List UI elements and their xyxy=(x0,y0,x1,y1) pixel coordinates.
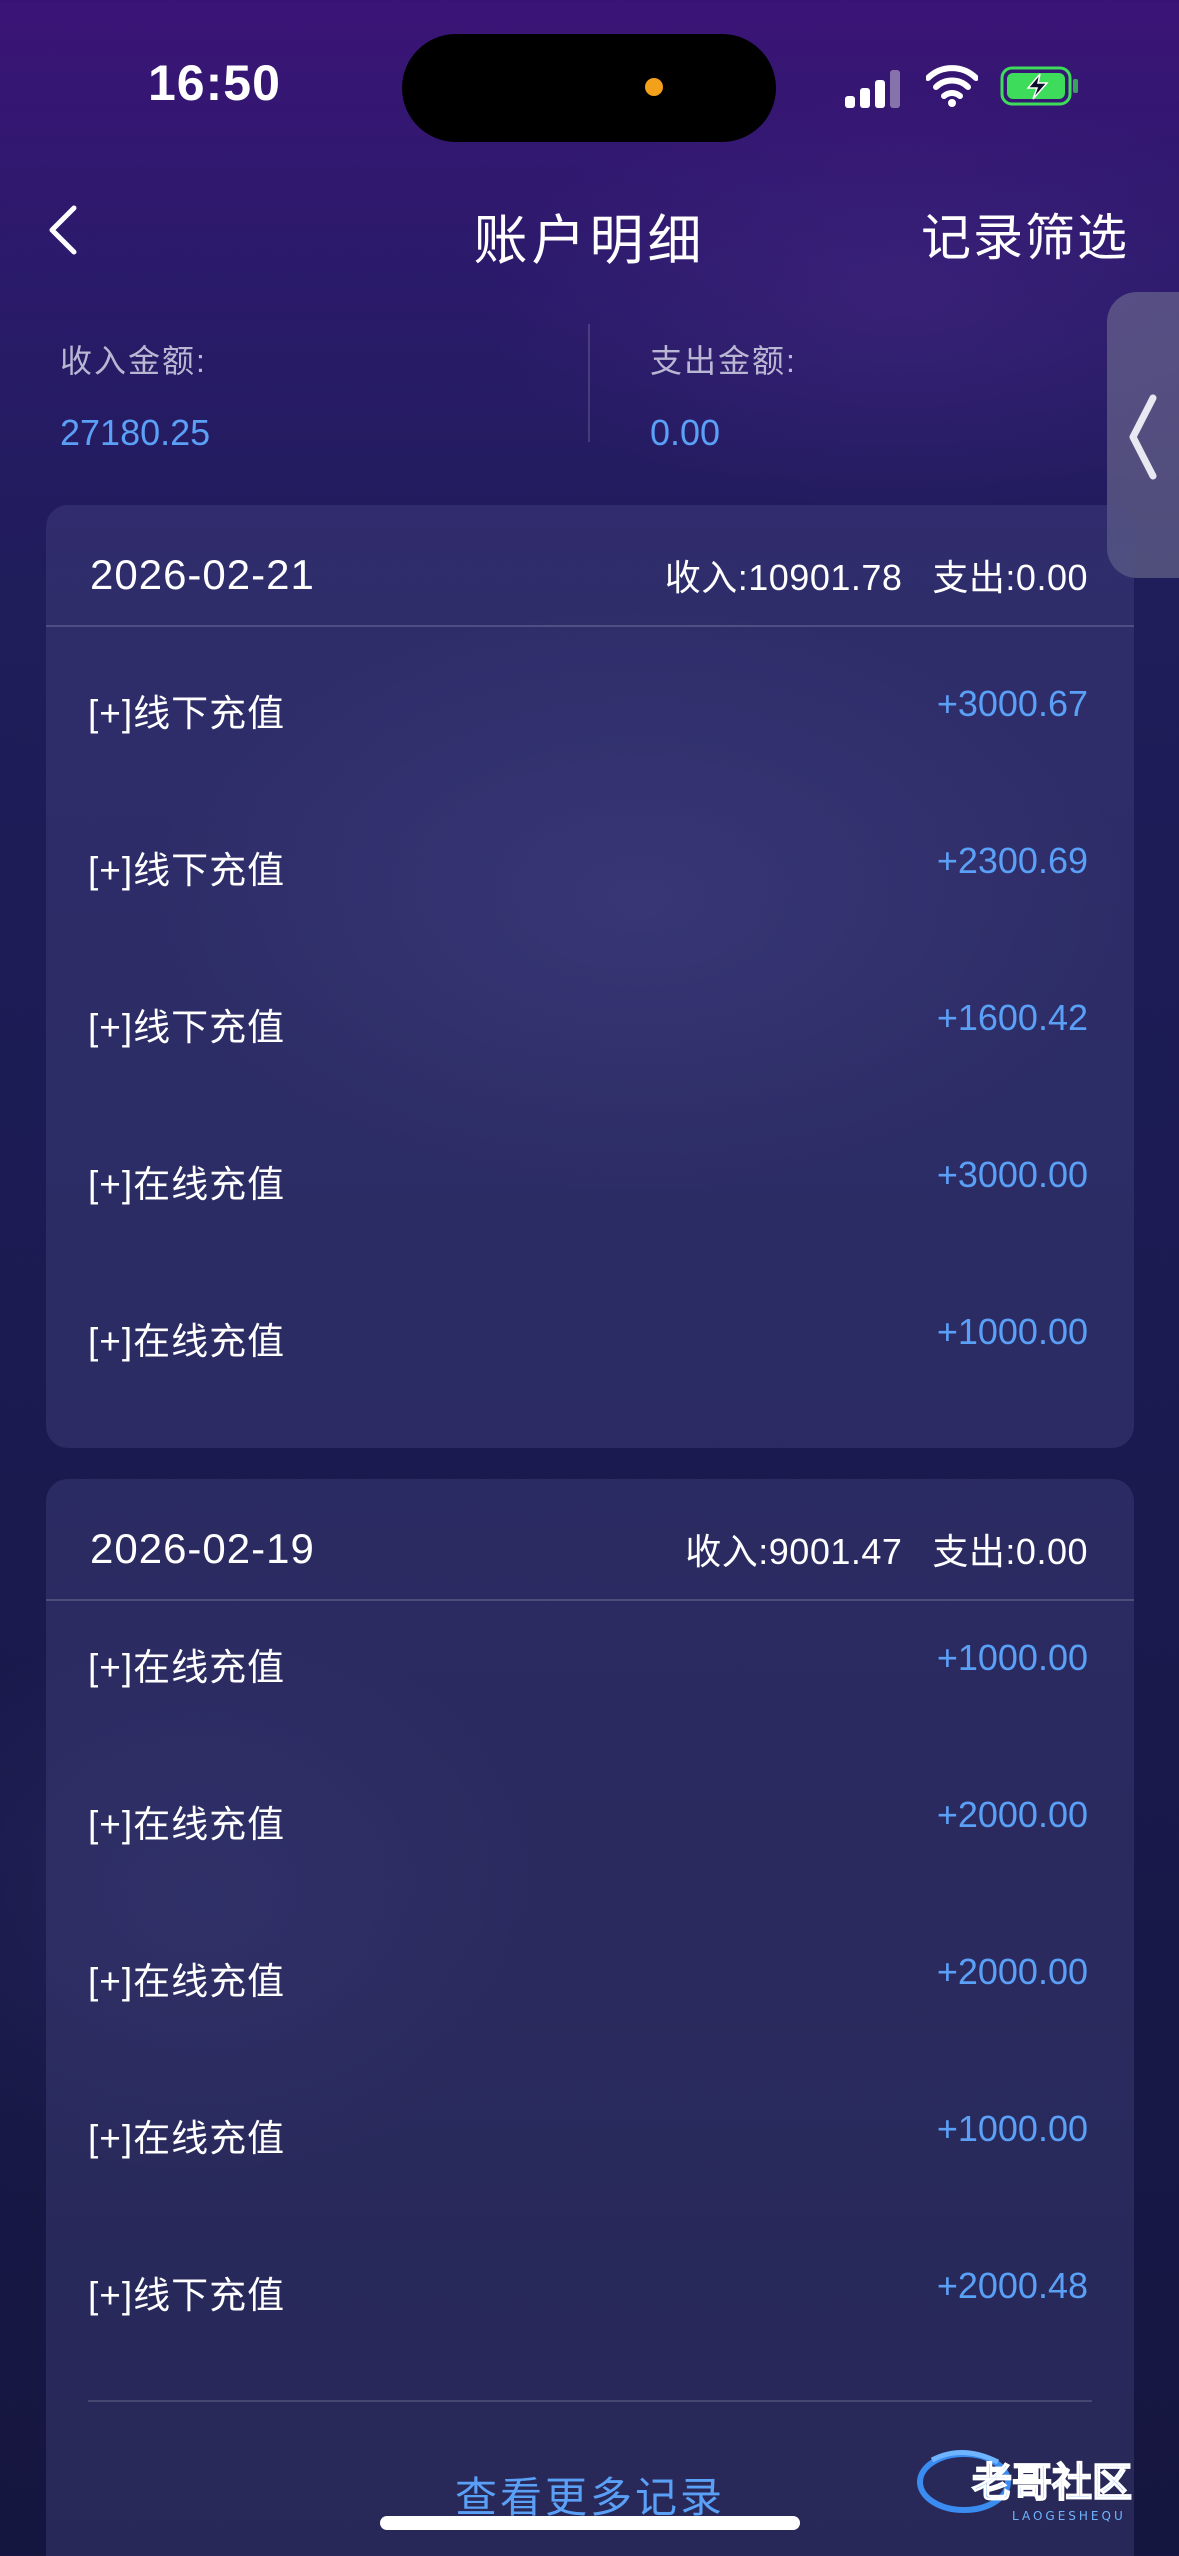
income-value: 27180.25 xyxy=(60,412,211,453)
transaction-row[interactable]: [+]线下充值 +3000.67 xyxy=(46,627,1134,784)
transaction-row[interactable]: [+]在线充值 +1000.00 xyxy=(46,1601,1134,1758)
transaction-label: [+]在线充值 xyxy=(88,1647,286,1688)
transaction-list: [+]线下充值 +3000.67 [+]线下充值 +2300.69 [+]线下充… xyxy=(46,627,1134,1412)
transaction-list: [+]在线充值 +1000.00 [+]在线充值 +2000.00 [+]在线充… xyxy=(46,1601,1134,2386)
status-bar: 16:50 xyxy=(0,0,1179,170)
nav-bar: 账户明细 记录筛选 xyxy=(0,170,1179,290)
transaction-amount: +2000.00 xyxy=(936,1794,1088,1835)
transaction-label: [+]线下充值 xyxy=(88,850,286,891)
transaction-amount: +1600.42 xyxy=(936,997,1088,1038)
transaction-amount: +3000.67 xyxy=(936,683,1088,724)
transaction-amount: +1000.00 xyxy=(936,2108,1088,2149)
transaction-label: [+]在线充值 xyxy=(88,2118,286,2159)
income-summary: 收入金额: 27180.25 xyxy=(60,336,210,454)
transaction-amount: +3000.00 xyxy=(936,1154,1088,1195)
transaction-label: [+]线下充值 xyxy=(88,693,286,734)
dynamic-island xyxy=(402,34,776,142)
day-date: 2026-02-19 xyxy=(90,1525,315,1572)
transaction-label: [+]线下充值 xyxy=(88,1007,286,1048)
battery-charging-icon xyxy=(1000,66,1078,106)
summary-panel: 收入金额: 27180.25 支出金额: 0.00 xyxy=(0,320,1179,453)
day-totals: 收入:9001.47 支出:0.00 xyxy=(685,1523,1088,1575)
transaction-row[interactable]: [+]在线充值 +1000.00 xyxy=(46,1255,1134,1412)
day-totals: 收入:10901.78 支出:0.00 xyxy=(665,549,1088,601)
signal-icon xyxy=(845,70,901,108)
status-time: 16:50 xyxy=(148,55,281,111)
day-card: 2026-02-21 收入:10901.78 支出:0.00 [+]线下充值 +3… xyxy=(46,505,1134,1448)
day-card-header: 2026-02-19 收入:9001.47 支出:0.00 xyxy=(46,1479,1134,1601)
transaction-row[interactable]: [+]在线充值 +2000.00 xyxy=(46,1758,1134,1915)
day-card-header: 2026-02-21 收入:10901.78 支出:0.00 xyxy=(46,505,1134,627)
transaction-row[interactable]: [+]在线充值 +2000.00 xyxy=(46,1915,1134,2072)
wifi-icon xyxy=(926,65,978,107)
transaction-label: [+]在线充值 xyxy=(88,1164,286,1205)
day-expense: 支出:0.00 xyxy=(932,557,1088,598)
transaction-row[interactable]: [+]在线充值 +1000.00 xyxy=(46,2072,1134,2229)
transaction-amount: +2000.00 xyxy=(936,1951,1088,1992)
day-date: 2026-02-21 xyxy=(90,551,315,598)
transaction-row[interactable]: [+]线下充值 +2300.69 xyxy=(46,784,1134,941)
transaction-label: [+]线下充值 xyxy=(88,2275,286,2316)
record-filter-button[interactable]: 记录筛选 xyxy=(921,198,1129,270)
day-card: 2026-02-19 收入:9001.47 支出:0.00 [+]在线充值 +10… xyxy=(46,1479,1134,2556)
summary-divider xyxy=(588,324,590,442)
day-income: 收入:9001.47 xyxy=(685,1531,903,1572)
watermark-logo: 老哥社区 LAOGESHEQU xyxy=(917,2449,1133,2523)
svg-text:LAOGESHEQU: LAOGESHEQU xyxy=(1012,2509,1126,2523)
transaction-label: [+]在线充值 xyxy=(88,1321,286,1362)
list-divider xyxy=(88,2400,1092,2402)
camera-indicator-dot xyxy=(645,78,663,96)
expense-value: 0.00 xyxy=(650,412,721,453)
transaction-row[interactable]: [+]在线充值 +3000.00 xyxy=(46,1098,1134,1255)
transaction-row[interactable]: [+]线下充值 +2000.48 xyxy=(46,2229,1134,2386)
expense-summary: 支出金额: 0.00 xyxy=(650,336,797,454)
transaction-amount: +1000.00 xyxy=(936,1637,1088,1678)
day-expense: 支出:0.00 xyxy=(932,1531,1088,1572)
transaction-amount: +2300.69 xyxy=(936,840,1088,881)
expense-label: 支出金额: xyxy=(650,343,797,379)
transaction-label: [+]在线充值 xyxy=(88,1961,286,2002)
svg-text:老哥社区: 老哥社区 xyxy=(972,2460,1132,2506)
transaction-label: [+]在线充值 xyxy=(88,1804,286,1845)
income-label: 收入金额: xyxy=(60,343,207,379)
transaction-row[interactable]: [+]线下充值 +1600.42 xyxy=(46,941,1134,1098)
transaction-amount: +1000.00 xyxy=(936,1311,1088,1352)
transaction-amount: +2000.48 xyxy=(936,2265,1088,2306)
home-indicator[interactable] xyxy=(380,2516,800,2530)
day-income: 收入:10901.78 xyxy=(664,557,903,598)
